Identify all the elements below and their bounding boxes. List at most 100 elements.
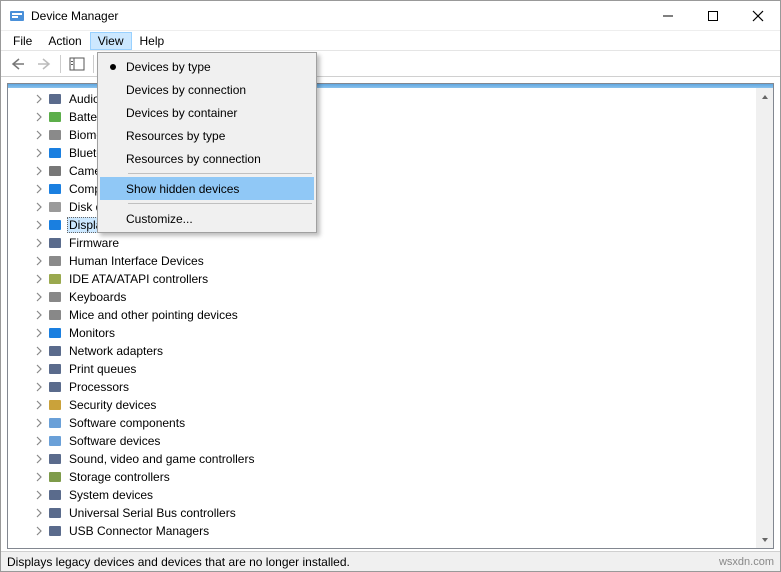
chevron-right-icon[interactable] <box>32 218 46 232</box>
window-title: Device Manager <box>31 9 645 23</box>
tree-item[interactable]: Human Interface Devices <box>14 252 773 270</box>
device-category-icon <box>47 433 63 449</box>
tree-item[interactable]: Sound, video and game controllers <box>14 450 773 468</box>
tree-item[interactable]: USB Connector Managers <box>14 522 773 540</box>
tree-item[interactable]: Mice and other pointing devices <box>14 306 773 324</box>
tree-item-label: System devices <box>67 488 155 502</box>
tree-item-label: IDE ATA/ATAPI controllers <box>67 272 210 286</box>
menu-action[interactable]: Action <box>40 32 89 50</box>
device-category-icon <box>47 127 63 143</box>
device-category-icon <box>47 307 63 323</box>
device-category-icon <box>47 217 63 233</box>
chevron-right-icon[interactable] <box>32 362 46 376</box>
chevron-right-icon[interactable] <box>32 434 46 448</box>
tree-item[interactable]: Security devices <box>14 396 773 414</box>
tree-item[interactable]: Software components <box>14 414 773 432</box>
device-category-icon <box>47 199 63 215</box>
chevron-right-icon[interactable] <box>32 128 46 142</box>
menu-view[interactable]: View <box>90 32 132 50</box>
chevron-right-icon[interactable] <box>32 182 46 196</box>
tree-item[interactable]: Print queues <box>14 360 773 378</box>
tree-item[interactable]: Processors <box>14 378 773 396</box>
toolbar-separator <box>60 55 61 73</box>
tree-item-label: Software components <box>67 416 187 430</box>
chevron-right-icon[interactable] <box>32 272 46 286</box>
chevron-right-icon[interactable] <box>32 398 46 412</box>
tree-item[interactable]: Keyboards <box>14 288 773 306</box>
tree-item-label: USB Connector Managers <box>67 524 211 538</box>
tree-item[interactable]: Storage controllers <box>14 468 773 486</box>
close-button[interactable] <box>735 1 780 30</box>
menu-show-hidden-devices[interactable]: Show hidden devices <box>100 177 314 200</box>
tree-item[interactable]: Network adapters <box>14 342 773 360</box>
menubar: File Action View Help <box>1 31 780 51</box>
chevron-right-icon[interactable] <box>32 290 46 304</box>
menu-file[interactable]: File <box>5 32 40 50</box>
device-category-icon <box>47 109 63 125</box>
chevron-right-icon[interactable] <box>32 146 46 160</box>
chevron-right-icon[interactable] <box>32 110 46 124</box>
menu-devices-by-type[interactable]: Devices by type <box>100 55 314 78</box>
forward-button[interactable] <box>32 53 56 75</box>
statusbar: Displays legacy devices and devices that… <box>1 551 780 571</box>
chevron-right-icon[interactable] <box>32 236 46 250</box>
tree-item-label: Universal Serial Bus controllers <box>67 506 238 520</box>
chevron-right-icon[interactable] <box>32 200 46 214</box>
scroll-down-button[interactable] <box>756 531 773 548</box>
menu-devices-by-container[interactable]: Devices by container <box>100 101 314 124</box>
menu-devices-by-connection[interactable]: Devices by connection <box>100 78 314 101</box>
chevron-right-icon[interactable] <box>32 524 46 538</box>
chevron-right-icon[interactable] <box>32 344 46 358</box>
tree-item-label: Firmware <box>67 236 121 250</box>
menu-resources-by-connection[interactable]: Resources by connection <box>100 147 314 170</box>
menu-customize[interactable]: Customize... <box>100 207 314 230</box>
tree-item[interactable]: Universal Serial Bus controllers <box>14 504 773 522</box>
minimize-button[interactable] <box>645 1 690 30</box>
titlebar: Device Manager <box>1 1 780 31</box>
tree-item[interactable]: Software devices <box>14 432 773 450</box>
tree-item[interactable]: Firmware <box>14 234 773 252</box>
device-category-icon <box>47 397 63 413</box>
vertical-scrollbar[interactable] <box>756 88 773 548</box>
chevron-right-icon[interactable] <box>32 380 46 394</box>
back-button[interactable] <box>6 53 30 75</box>
chevron-right-icon[interactable] <box>32 488 46 502</box>
device-category-icon <box>47 253 63 269</box>
device-category-icon <box>47 91 63 107</box>
menu-item-label: Resources by connection <box>126 152 261 166</box>
menu-resources-by-type[interactable]: Resources by type <box>100 124 314 147</box>
device-category-icon <box>47 271 63 287</box>
tree-item-label: Sound, video and game controllers <box>67 452 256 466</box>
chevron-right-icon[interactable] <box>32 416 46 430</box>
device-category-icon <box>47 415 63 431</box>
tree-item-label: Mice and other pointing devices <box>67 308 240 322</box>
menu-item-label: Devices by container <box>126 106 237 120</box>
chevron-right-icon[interactable] <box>32 326 46 340</box>
scroll-up-button[interactable] <box>756 88 773 105</box>
chevron-right-icon[interactable] <box>32 452 46 466</box>
menu-separator <box>128 203 312 204</box>
chevron-right-icon[interactable] <box>32 470 46 484</box>
chevron-right-icon[interactable] <box>32 164 46 178</box>
tree-item-label: Human Interface Devices <box>67 254 206 268</box>
menu-item-label: Resources by type <box>126 129 225 143</box>
menu-item-label: Devices by type <box>126 60 211 74</box>
menu-help[interactable]: Help <box>132 32 173 50</box>
chevron-right-icon[interactable] <box>32 254 46 268</box>
device-category-icon <box>47 523 63 539</box>
menu-item-label: Customize... <box>126 212 193 226</box>
tree-item-label: Security devices <box>67 398 158 412</box>
tree-item-label: Storage controllers <box>67 470 172 484</box>
device-category-icon <box>47 361 63 377</box>
chevron-right-icon[interactable] <box>32 506 46 520</box>
tree-item[interactable]: System devices <box>14 486 773 504</box>
maximize-button[interactable] <box>690 1 735 30</box>
tree-item[interactable]: IDE ATA/ATAPI controllers <box>14 270 773 288</box>
chevron-right-icon[interactable] <box>32 92 46 106</box>
app-icon <box>9 8 25 24</box>
device-category-icon <box>47 379 63 395</box>
tree-item[interactable]: Monitors <box>14 324 773 342</box>
chevron-right-icon[interactable] <box>32 308 46 322</box>
show-console-tree-button[interactable] <box>65 53 89 75</box>
toolbar-separator <box>93 55 94 73</box>
